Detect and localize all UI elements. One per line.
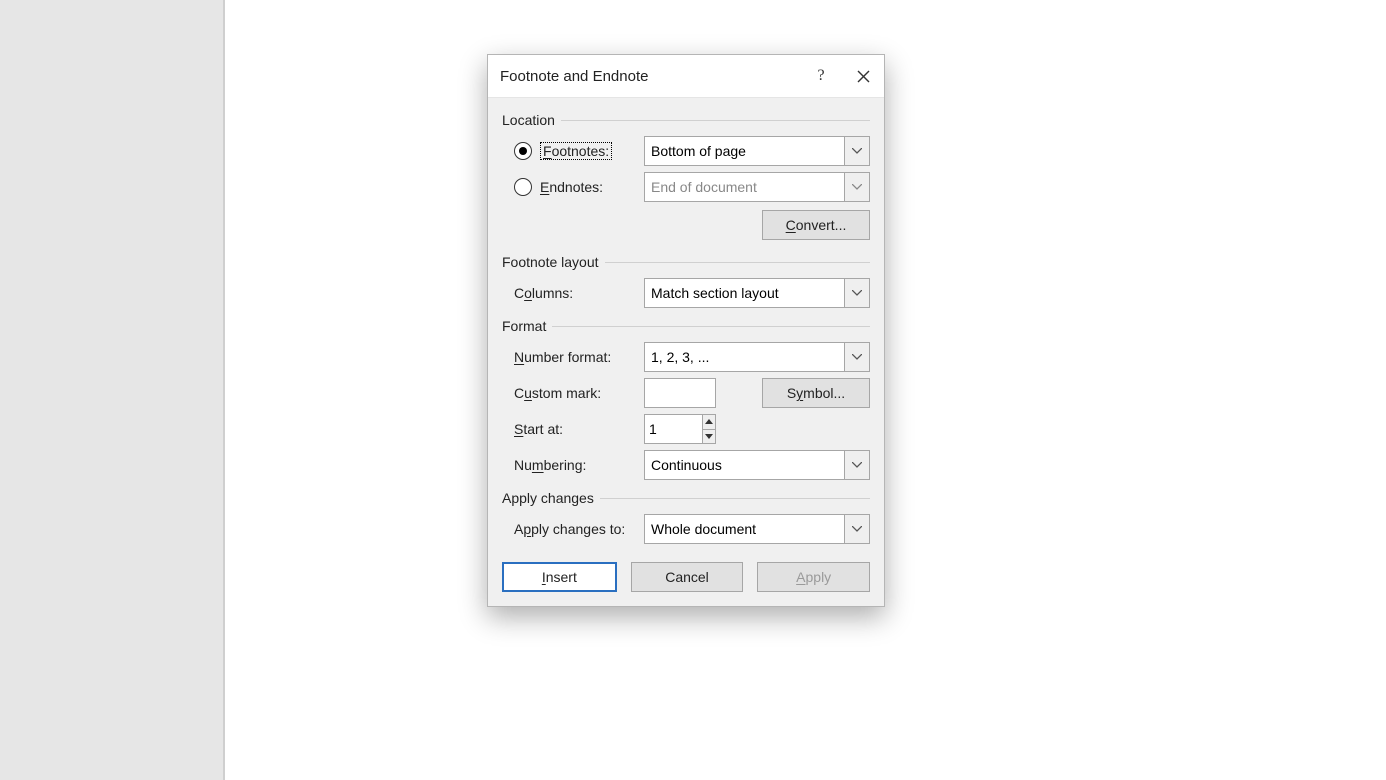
group-label-footnote-layout: Footnote layout [502,254,870,270]
endnotes-position-value: End of document [645,179,844,195]
number-format-select[interactable]: 1, 2, 3, ... [644,342,870,372]
focus-ring: Footnotes: [540,142,612,160]
dialog-title: Footnote and Endnote [500,68,648,85]
chevron-down-icon [844,279,869,307]
custom-mark-label: Custom mark: [514,385,601,401]
number-format-value: 1, 2, 3, ... [645,349,844,365]
start-at-spinner[interactable] [644,414,716,444]
close-icon [857,70,870,83]
triangle-down-icon [705,434,713,439]
endnotes-radio[interactable] [514,178,532,196]
spinner-down-button[interactable] [703,429,715,444]
dialog-titlebar: Footnote and Endnote ? [488,55,884,98]
group-label-apply-changes-text: Apply changes [502,490,594,506]
footnotes-label: Footnotes: [543,143,609,159]
numbering-value: Continuous [645,457,844,473]
columns-select[interactable]: Match section layout [644,278,870,308]
start-at-input[interactable] [645,415,702,443]
footnotes-position-select[interactable]: Bottom of page [644,136,870,166]
radio-dot-icon [519,147,527,155]
row-numbering: Numbering: Continuous [502,450,870,480]
numbering-select[interactable]: Continuous [644,450,870,480]
help-button[interactable]: ? [800,55,842,97]
endnotes-position-select[interactable]: End of document [644,172,870,202]
columns-value: Match section layout [645,285,844,301]
cancel-button[interactable]: Cancel [631,562,744,592]
dialog-button-row: Insert Cancel Apply [502,562,870,592]
document-margin-panel [0,0,225,780]
chevron-down-icon [844,137,869,165]
group-label-location-text: Location [502,112,555,128]
number-format-label: Number format: [514,349,611,365]
group-label-format: Format [502,318,870,334]
footnotes-position-value: Bottom of page [645,143,844,159]
row-convert: Convert... [502,210,870,240]
row-start-at: Start at: [502,414,870,444]
numbering-label: Numbering: [514,457,586,473]
apply-changes-select[interactable]: Whole document [644,514,870,544]
insert-button[interactable]: Insert [502,562,617,592]
symbol-button[interactable]: Symbol... [762,378,870,408]
row-columns: Columns: Match section layout [502,278,870,308]
chevron-down-icon [844,173,869,201]
footnote-endnote-dialog: Footnote and Endnote ? Location Footnote… [487,54,885,607]
apply-changes-value: Whole document [645,521,844,537]
row-apply-changes-to: Apply changes to: Whole document [502,514,870,544]
group-label-format-text: Format [502,318,546,334]
start-at-label: Start at: [514,421,563,437]
row-custom-mark: Custom mark: Symbol... [502,378,870,408]
endnotes-label: Endnotes: [540,179,603,195]
chevron-down-icon [844,343,869,371]
group-label-location: Location [502,112,870,128]
footnotes-radio[interactable] [514,142,532,160]
row-footnotes: Footnotes: Bottom of page [502,136,870,166]
custom-mark-input[interactable] [644,378,716,408]
convert-button[interactable]: Convert... [762,210,870,240]
triangle-up-icon [705,419,713,424]
columns-label: Columns: [514,285,573,301]
chevron-down-icon [844,515,869,543]
apply-button[interactable]: Apply [757,562,870,592]
close-button[interactable] [842,55,884,97]
group-label-footnote-layout-text: Footnote layout [502,254,599,270]
row-number-format: Number format: 1, 2, 3, ... [502,342,870,372]
group-label-apply-changes: Apply changes [502,490,870,506]
spinner-up-button[interactable] [703,415,715,429]
row-endnotes: Endnotes: End of document [502,172,870,202]
chevron-down-icon [844,451,869,479]
apply-changes-to-label: Apply changes to: [514,521,625,537]
